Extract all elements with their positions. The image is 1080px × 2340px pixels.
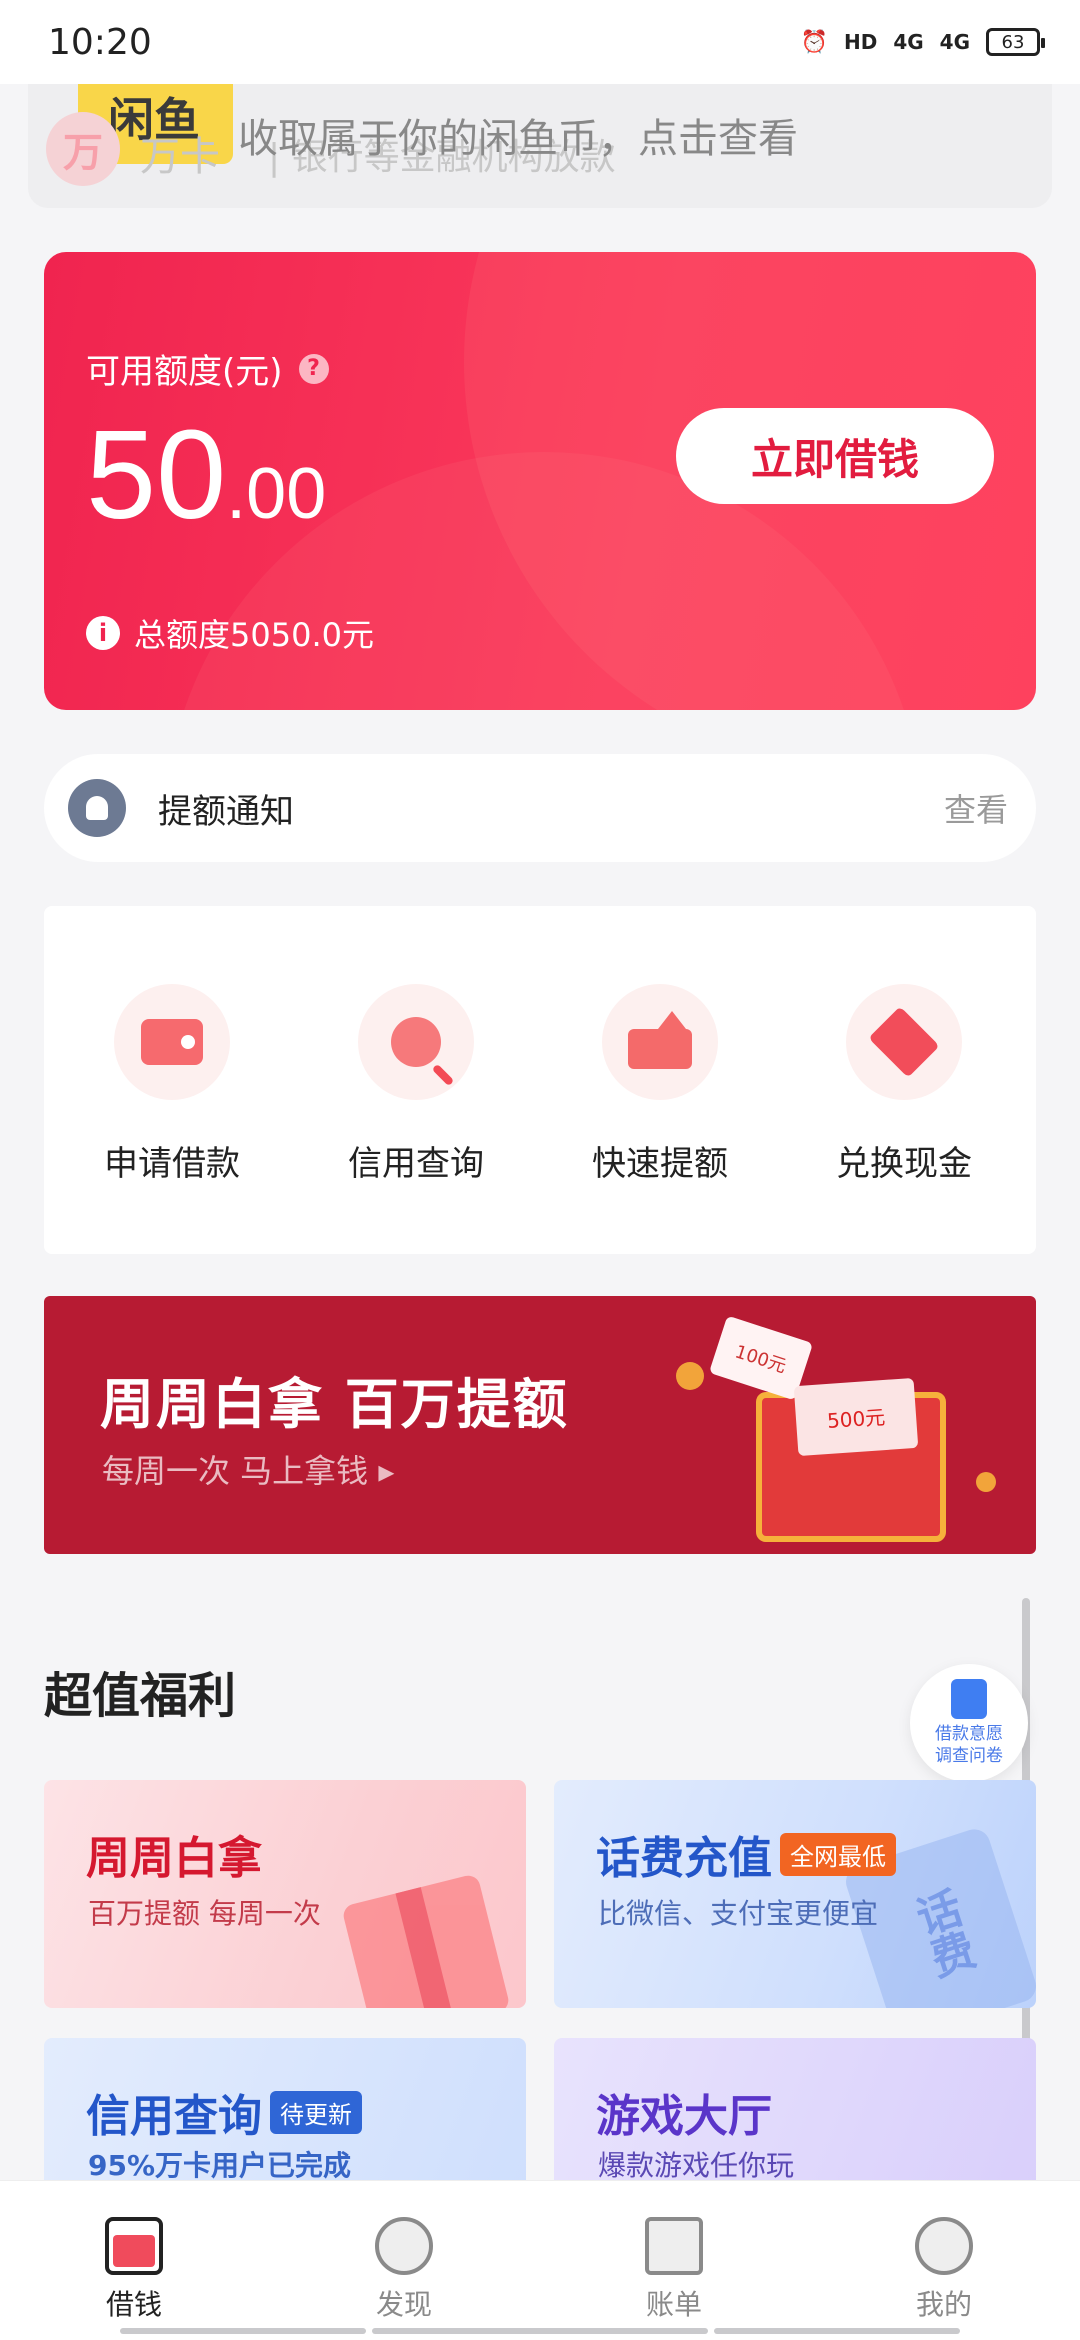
signal-icon: 4G xyxy=(893,30,924,54)
quick-action-label: 申请借款 xyxy=(104,1144,240,1184)
gift-icon xyxy=(341,1873,511,2008)
cash-note-icon: 500元 xyxy=(793,1377,919,1457)
credit-label: 可用额度(元) ? xyxy=(86,344,329,393)
borrow-now-button[interactable]: 立即借钱 xyxy=(676,408,994,504)
credit-total-text: 总额度5050.0元 xyxy=(134,616,374,654)
info-icon: i xyxy=(86,616,120,650)
benefit-title: 周周白拿 xyxy=(86,1833,262,1884)
limit-increase-notice[interactable]: 提额通知 查看 xyxy=(44,754,1036,862)
wanka-logo-icon: 万 xyxy=(46,112,120,186)
benefit-title: 信用查询 待更新 xyxy=(86,2080,362,2144)
promo-subtitle: 每周一次 马上拿钱 ▸ xyxy=(102,1452,395,1490)
promo-title: 周周白拿 百万提额 xyxy=(100,1373,569,1436)
view-link[interactable]: 查看 xyxy=(944,785,1008,831)
compass-icon xyxy=(375,2217,433,2275)
help-icon[interactable]: ? xyxy=(298,353,329,384)
benefit-title: 话费充值 全网最低 xyxy=(596,1822,896,1886)
benefit-weekly-free[interactable]: 周周白拿 百万提额 每周一次 xyxy=(44,1780,526,2008)
tab-label: 借钱 xyxy=(105,2288,162,2321)
benefit-game-hall[interactable]: 游戏大厅 爆款游戏任你玩 xyxy=(554,2038,1036,2198)
credit-card: 可用额度(元) ? 50.00 立即借钱 i 总额度5050.0元 xyxy=(44,252,1036,710)
coin-icon xyxy=(676,1362,704,1390)
wallet-tab-icon xyxy=(105,2217,163,2275)
bell-icon xyxy=(68,779,126,837)
battery-icon: 63 xyxy=(986,28,1045,56)
signal-icon-2: 4G xyxy=(939,30,970,54)
user-icon xyxy=(915,2217,973,2275)
status-time: 10:20 xyxy=(48,21,152,63)
gesture-bar xyxy=(120,2328,366,2334)
upload-icon xyxy=(628,1011,692,1069)
tab-me[interactable]: 我的 xyxy=(864,2217,1024,2323)
gesture-bar-3 xyxy=(714,2328,960,2334)
survey-float-button[interactable]: 借款意愿 调查问卷 xyxy=(910,1664,1028,1782)
section-title: 超值福利 xyxy=(44,1668,237,1724)
tab-borrow[interactable]: 借钱 xyxy=(54,2217,214,2323)
gesture-bar-2 xyxy=(372,2328,708,2334)
tab-label: 账单 xyxy=(645,2288,702,2321)
coin-icon xyxy=(976,1472,996,1492)
tab-label: 我的 xyxy=(915,2288,972,2321)
status-bar: 10:20 ⏰ HD 4G 4G 63 xyxy=(0,0,1080,84)
alarm-icon: ⏰ xyxy=(800,29,828,55)
survey-line-2: 调查问卷 xyxy=(935,1746,1003,1766)
notice-label: 提额通知 xyxy=(158,791,294,832)
treasure-box-illustration: 100元 500元 xyxy=(676,1315,996,1542)
hd-icon: HD xyxy=(843,30,878,54)
clipboard-icon xyxy=(951,1679,987,1719)
credit-total: i 总额度5050.0元 xyxy=(86,610,374,656)
lowest-price-badge: 全网最低 xyxy=(780,1832,896,1876)
benefit-subtitle: 爆款游戏任你玩 xyxy=(598,2149,795,2182)
wallet-icon xyxy=(141,1019,203,1065)
banner-brand: 万卡 xyxy=(140,134,220,180)
diamond-icon xyxy=(868,1006,940,1078)
benefit-subtitle: 比微信、支付宝更便宜 xyxy=(598,1897,879,1930)
status-icons: ⏰ HD 4G 4G 63 xyxy=(800,28,1045,56)
top-banner[interactable]: 闲鱼 万 万卡 | 银行等金融机构放款 收取属于你的闲鱼币，点击查看 xyxy=(28,84,1052,208)
promo-banner[interactable]: 周周白拿 百万提额 每周一次 马上拿钱 ▸ 100元 500元 xyxy=(44,1296,1036,1554)
benefit-subtitle: 95%万卡用户已完成 xyxy=(88,2149,352,2182)
quick-action-apply-loan[interactable]: 申请借款 xyxy=(72,984,272,1185)
credit-amount-int: 50 xyxy=(86,404,227,545)
quick-actions: 申请借款 信用查询 快速提额 兑换现金 xyxy=(44,906,1036,1254)
credit-label-text: 可用额度(元) xyxy=(86,352,283,392)
quick-action-label: 信用查询 xyxy=(348,1144,484,1184)
credit-amount: 50.00 xyxy=(86,402,326,547)
survey-line-1: 借款意愿 xyxy=(935,1724,1003,1744)
tab-discover[interactable]: 发现 xyxy=(324,2217,484,2323)
bill-icon xyxy=(645,2217,703,2275)
quick-action-label: 兑换现金 xyxy=(836,1144,972,1184)
benefit-subtitle: 百万提额 每周一次 xyxy=(88,1897,321,1930)
bottom-tab-bar: 借钱 发现 账单 我的 xyxy=(0,2180,1080,2340)
benefit-title: 游戏大厅 xyxy=(596,2091,772,2142)
benefit-credit-check[interactable]: 信用查询 待更新 95%万卡用户已完成 xyxy=(44,2038,526,2198)
tab-bill[interactable]: 账单 xyxy=(594,2217,754,2323)
tab-label: 发现 xyxy=(375,2288,432,2321)
quick-action-credit-check[interactable]: 信用查询 xyxy=(316,984,516,1185)
survey-label: 借款意愿 调查问卷 xyxy=(935,1723,1003,1767)
banner-message: 收取属于你的闲鱼币，点击查看 xyxy=(238,116,798,162)
pending-update-badge: 待更新 xyxy=(270,2090,362,2134)
quick-action-redeem-cash[interactable]: 兑换现金 xyxy=(804,984,1004,1185)
quick-action-raise-limit[interactable]: 快速提额 xyxy=(560,984,760,1185)
search-icon xyxy=(391,1017,441,1067)
benefit-phone-recharge[interactable]: 话费 话费充值 全网最低 比微信、支付宝更便宜 xyxy=(554,1780,1036,2008)
quick-action-label: 快速提额 xyxy=(592,1144,728,1184)
credit-amount-dec: .00 xyxy=(226,454,327,534)
